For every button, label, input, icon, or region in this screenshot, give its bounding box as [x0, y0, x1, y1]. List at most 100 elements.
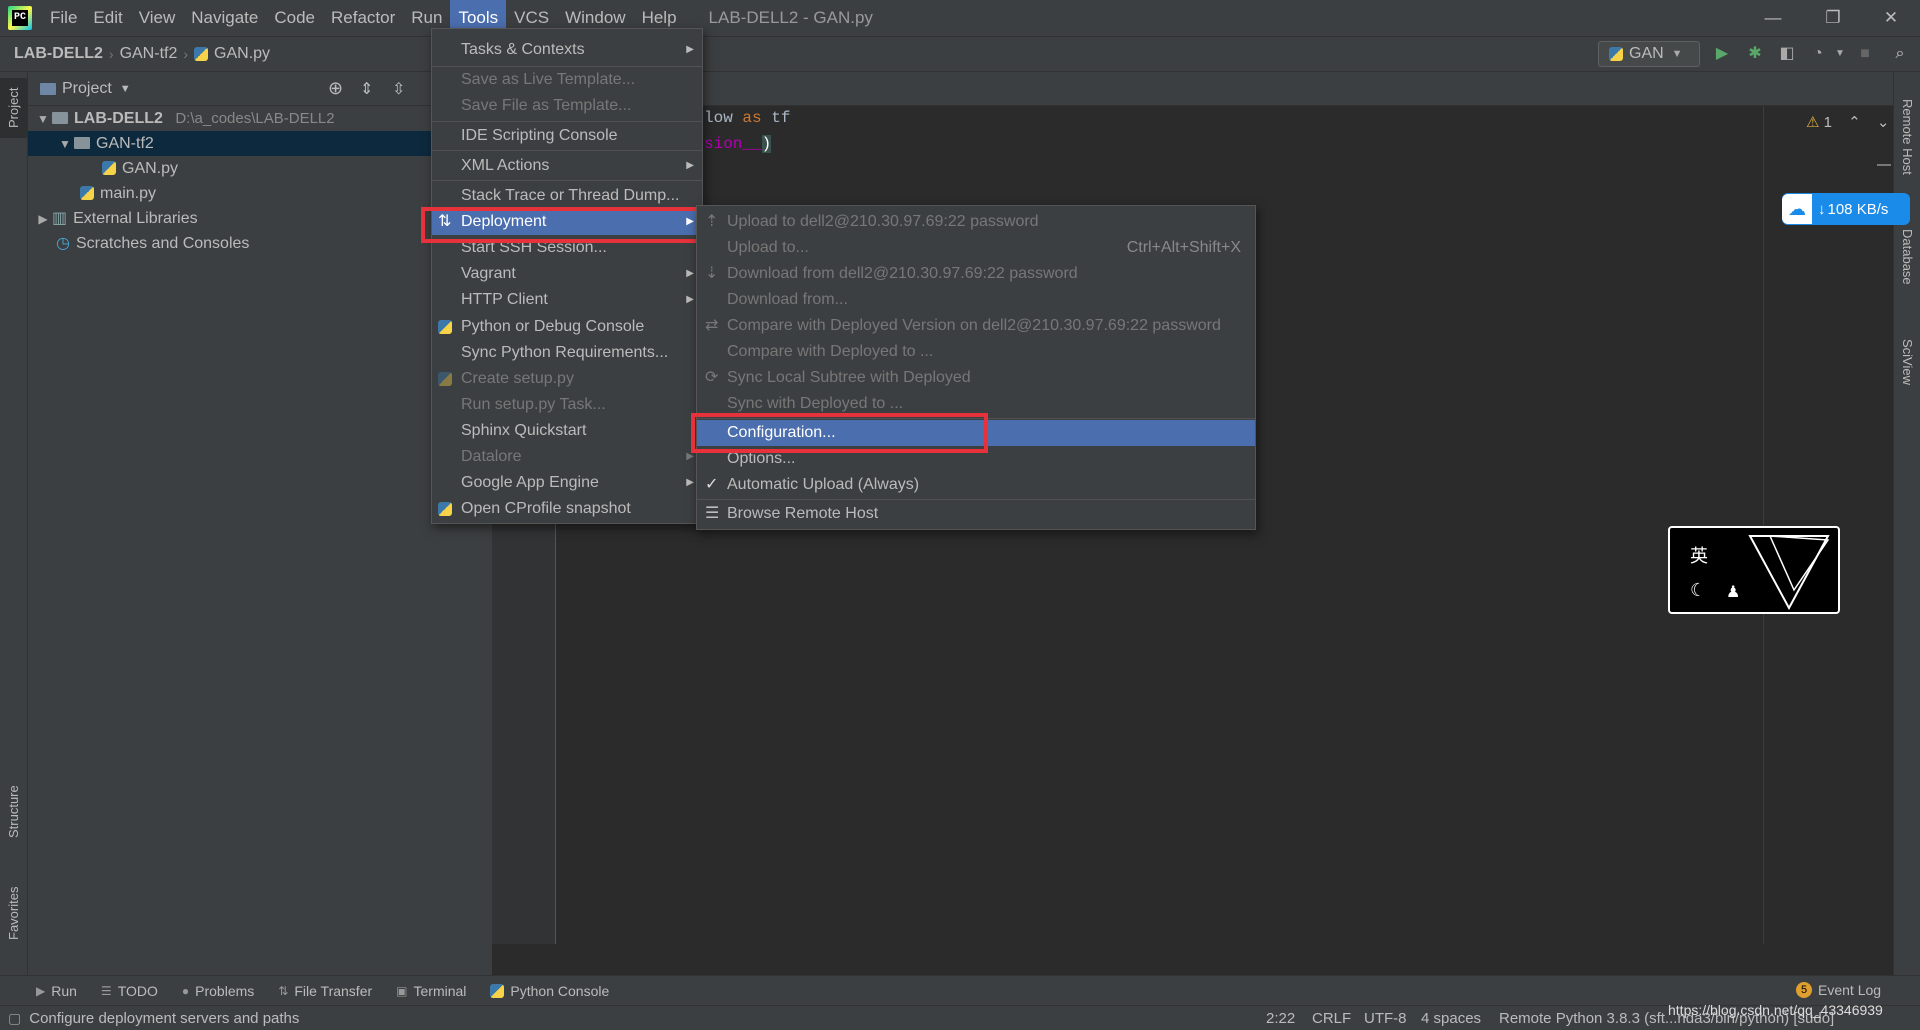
ime-language[interactable]: 英 — [1690, 542, 1708, 568]
menu-item-stack-trace[interactable]: Stack Trace or Thread Dump... — [432, 183, 702, 209]
menu-item-datalore[interactable]: Datalore ▶ — [432, 444, 702, 470]
server-icon: ☰ — [705, 505, 720, 522]
menu-view[interactable]: View — [131, 0, 184, 36]
remote-host-tool-tab[interactable]: Remote Host — [1894, 82, 1920, 192]
window-title: LAB-DELL2 - GAN.py — [708, 8, 873, 27]
close-window-button[interactable]: ✕ — [1862, 0, 1920, 36]
project-tool-tab[interactable]: Project — [0, 78, 28, 138]
menu-item-upload-to-host[interactable]: ⇡ Upload to dell2@210.30.97.69:22 passwor… — [697, 209, 1255, 235]
event-log-label: Event Log — [1818, 982, 1882, 998]
submenu-arrow-icon: ▶ — [686, 160, 694, 171]
menu-item-upload-to[interactable]: Upload to... Ctrl+Alt+Shift+X — [697, 235, 1255, 261]
menu-item-vagrant[interactable]: Vagrant ▶ — [432, 261, 702, 287]
menu-item-label: HTTP Client — [461, 291, 548, 308]
menu-item-label: Download from dell2@210.30.97.69:22 pass… — [727, 265, 1078, 282]
inspection-widget[interactable]: ⚠ 1 ⌃ ⌄ — [1806, 113, 1889, 131]
menu-edit[interactable]: Edit — [85, 0, 130, 36]
python-console-tool-button[interactable]: Python Console — [490, 983, 609, 999]
breadcrumb-folder[interactable]: GAN-tf2 — [120, 45, 178, 63]
menu-item-python-console[interactable]: Python or Debug Console — [432, 314, 702, 340]
menu-item-google-app-engine[interactable]: Google App Engine ▶ — [432, 470, 702, 496]
caret-position[interactable]: 2:22 — [1266, 1010, 1295, 1027]
favorites-tool-tab[interactable]: Favorites — [0, 878, 28, 948]
ime-widget[interactable]: 英 ☾ ♟ — [1668, 526, 1840, 614]
project-view-select[interactable]: Project — [62, 80, 112, 98]
menu-item-create-setup[interactable]: Create setup.py — [432, 366, 702, 392]
chevron-right-icon[interactable]: ▶ — [34, 207, 52, 232]
debug-bug-icon[interactable]: ✱ — [1745, 44, 1765, 64]
menu-item-run-setup-task[interactable]: Run setup.py Task... — [432, 392, 702, 418]
profile-icon[interactable]: ◔ — [1808, 44, 1828, 64]
chevron-down-icon[interactable]: ▼ — [56, 132, 74, 157]
run-configuration-select[interactable]: GAN ▼ — [1598, 41, 1700, 67]
file-encoding[interactable]: UTF-8 — [1364, 1010, 1407, 1027]
todo-tool-button[interactable]: ☰ TODO — [101, 983, 158, 999]
menu-item-label: Open CProfile snapshot — [461, 500, 631, 517]
menu-file[interactable]: File — [42, 0, 85, 36]
stop-icon[interactable]: ■ — [1855, 44, 1875, 64]
file-transfer-tool-button[interactable]: ⇅ File Transfer — [278, 983, 372, 999]
checkmark-icon: ✓ — [705, 476, 719, 493]
restore-button[interactable]: ❐ — [1804, 0, 1862, 36]
menu-item-cprofile[interactable]: Open CProfile snapshot — [432, 496, 702, 522]
breadcrumb-project[interactable]: LAB-DELL2 — [14, 45, 103, 63]
run-icon[interactable]: ▶ — [1712, 44, 1732, 64]
menu-item-browse-remote-host[interactable]: ☰ Browse Remote Host — [697, 501, 1255, 527]
transfer-icon: ⇅ — [278, 983, 289, 998]
menu-item-sync-requirements[interactable]: Sync Python Requirements... — [432, 340, 702, 366]
problems-tool-button[interactable]: ● Problems — [182, 983, 254, 999]
sciview-tool-tab[interactable]: SciView — [1894, 322, 1920, 402]
profile-dropdown-icon[interactable]: ▼ — [1830, 44, 1850, 64]
chevron-up-icon[interactable]: ⌃ — [1848, 114, 1861, 131]
menu-item-compare-deployed-host[interactable]: ⇄ Compare with Deployed Version on dell2@… — [697, 313, 1255, 339]
breadcrumb-file[interactable]: GAN.py — [214, 45, 270, 63]
scratches-icon: ◷ — [56, 235, 70, 252]
chevron-down-icon[interactable]: ⌄ — [1877, 114, 1890, 131]
project-root-name: LAB-DELL2 — [74, 110, 163, 127]
python-file-icon — [102, 161, 116, 175]
minimize-button[interactable]: — — [1744, 0, 1802, 36]
folder-icon — [74, 137, 90, 149]
menu-separator — [432, 150, 702, 151]
shirt-icon[interactable]: ♟ — [1726, 582, 1740, 602]
database-tool-tab[interactable]: Database — [1894, 212, 1920, 302]
menu-item-sync-local-subtree[interactable]: ⟳ Sync Local Subtree with Deployed — [697, 365, 1255, 391]
terminal-tool-button[interactable]: ▣ Terminal — [396, 983, 466, 999]
submenu-arrow-icon: ▶ — [686, 44, 694, 55]
menu-item-xml-actions[interactable]: XML Actions ▶ — [432, 153, 702, 179]
run-tool-button[interactable]: ▶ Run — [36, 983, 77, 999]
tree-node-main-py[interactable]: main.py — [28, 181, 492, 206]
expand-all-icon[interactable]: ⇕ — [360, 79, 373, 99]
moon-icon[interactable]: ☾ — [1690, 580, 1706, 601]
collapse-all-icon[interactable]: ⇳ — [392, 79, 405, 99]
status-toggle-icon[interactable]: ▢ — [8, 1010, 21, 1027]
event-log-button[interactable]: 5 Event Log — [1796, 982, 1881, 998]
menu-item-download-from[interactable]: Download from... — [697, 287, 1255, 313]
menu-item-sphinx[interactable]: Sphinx Quickstart — [432, 418, 702, 444]
search-icon[interactable]: ⌕ — [1890, 44, 1910, 64]
coverage-icon[interactable]: ◧ — [1777, 44, 1797, 64]
menu-item-save-live-template[interactable]: Save as Live Template... — [432, 67, 702, 93]
menu-item-label: Compare with Deployed to ... — [727, 343, 934, 360]
menu-item-save-file-template[interactable]: Save File as Template... — [432, 93, 702, 119]
tree-node-gan-py[interactable]: GAN.py — [28, 156, 492, 181]
chevron-down-icon[interactable]: ▼ — [34, 107, 52, 132]
tree-node-project-root[interactable]: ▼ LAB-DELL2 D:\a_codes\LAB-DELL2 — [28, 106, 492, 131]
menu-code[interactable]: Code — [266, 0, 323, 36]
menu-item-automatic-upload[interactable]: ✓ Automatic Upload (Always) — [697, 472, 1255, 498]
structure-tool-tab[interactable]: Structure — [0, 772, 28, 852]
tree-node-gan-tf2[interactable]: ▼ GAN-tf2 — [28, 131, 492, 156]
menu-navigate[interactable]: Navigate — [183, 0, 266, 36]
menu-refactor[interactable]: Refactor — [323, 0, 403, 36]
line-separator[interactable]: CRLF — [1312, 1010, 1351, 1027]
indent-setting[interactable]: 4 spaces — [1421, 1010, 1481, 1027]
menu-item-ide-scripting[interactable]: IDE Scripting Console — [432, 123, 702, 149]
code-paren: ) — [761, 135, 772, 153]
menu-item-http-client[interactable]: HTTP Client ▶ — [432, 287, 702, 313]
menu-item-label: Tasks & Contexts — [461, 41, 585, 58]
menu-item-tasks-contexts[interactable]: Tasks & Contexts ▶ — [432, 37, 702, 63]
menu-item-download-from-host[interactable]: ⇣ Download from dell2@210.30.97.69:22 pas… — [697, 261, 1255, 287]
locate-file-icon[interactable]: ⊕ — [328, 78, 343, 99]
menu-item-compare-deployed-to[interactable]: Compare with Deployed to ... — [697, 339, 1255, 365]
chevron-down-icon[interactable]: ▼ — [120, 83, 131, 95]
